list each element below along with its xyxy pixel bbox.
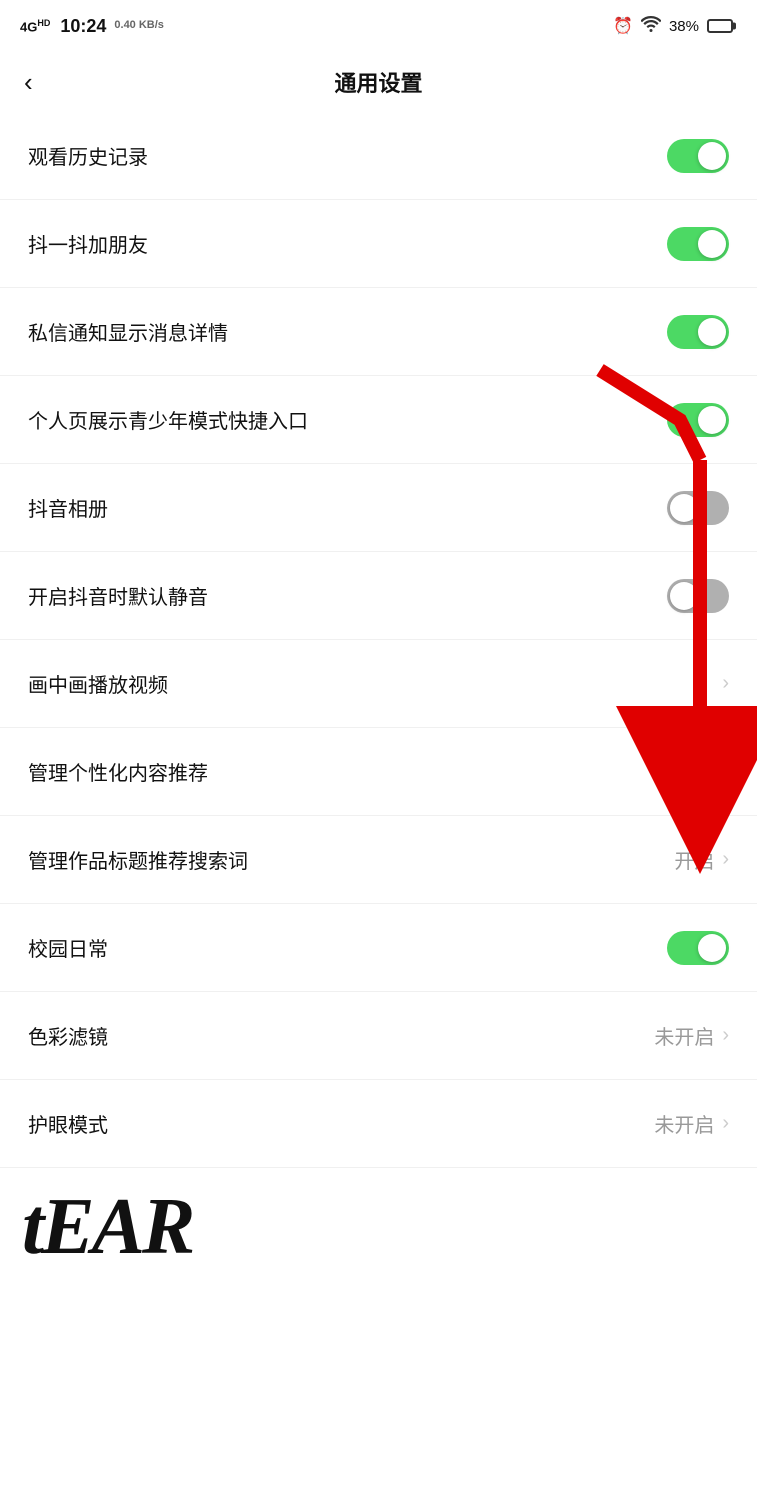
settings-label-youth-mode-shortcut: 个人页展示青少年模式快捷入口 — [28, 405, 308, 434]
settings-right-manage-personalized: › — [722, 760, 729, 783]
settings-right-title-search-recommend: 开启 › — [674, 845, 729, 874]
chevron-icon-color-filter: › — [722, 1024, 729, 1047]
settings-value-eye-protection: 未开启 — [654, 1109, 714, 1138]
settings-item-youth-mode-shortcut[interactable]: 个人页展示青少年模式快捷入口 — [0, 376, 757, 464]
toggle-campus-daily[interactable] — [667, 931, 729, 965]
settings-label-title-search-recommend: 管理作品标题推荐搜索词 — [28, 845, 248, 874]
settings-label-watch-history: 观看历史记录 — [28, 141, 148, 170]
settings-right-watch-history — [667, 139, 729, 173]
chevron-icon-eye-protection: › — [722, 1112, 729, 1135]
wifi-icon — [641, 16, 661, 37]
toggle-thumb-watch-history — [698, 142, 726, 170]
battery-percent: 38% — [669, 18, 699, 35]
settings-item-picture-in-picture[interactable]: 画中画播放视频 › — [0, 640, 757, 728]
chevron-icon-title-search-recommend: › — [722, 848, 729, 871]
settings-item-watch-history[interactable]: 观看历史记录 — [0, 112, 757, 200]
settings-value-color-filter: 未开启 — [654, 1021, 714, 1050]
settings-right-dm-notification-detail — [667, 315, 729, 349]
toggle-thumb-dm-notification-detail — [698, 318, 726, 346]
settings-right-douyin-album — [667, 491, 729, 525]
settings-right-shake-add-friend — [667, 227, 729, 261]
time-display: 10:24 — [60, 16, 106, 37]
settings-right-default-mute — [667, 579, 729, 613]
toggle-default-mute[interactable] — [667, 579, 729, 613]
settings-item-eye-protection[interactable]: 护眼模式 未开启 › — [0, 1080, 757, 1168]
settings-label-manage-personalized: 管理个性化内容推荐 — [28, 757, 208, 786]
settings-item-dm-notification-detail[interactable]: 私信通知显示消息详情 — [0, 288, 757, 376]
settings-right-campus-daily — [667, 931, 729, 965]
settings-value-title-search-recommend: 开启 — [674, 845, 714, 874]
network-indicator: 4GHD — [20, 18, 50, 34]
speed-display: 0.40 KB/s — [114, 19, 164, 32]
tear-label: tEAR — [22, 1182, 192, 1273]
toggle-thumb-youth-mode-shortcut — [698, 406, 726, 434]
toggle-shake-add-friend[interactable] — [667, 227, 729, 261]
toggle-thumb-default-mute — [670, 582, 698, 610]
alarm-icon: ⏰ — [613, 16, 633, 36]
toggle-watch-history[interactable] — [667, 139, 729, 173]
settings-label-color-filter: 色彩滤镜 — [28, 1021, 108, 1050]
toggle-thumb-douyin-album — [670, 494, 698, 522]
settings-list: 观看历史记录抖一抖加朋友私信通知显示消息详情个人页展示青少年模式快捷入口抖音相册… — [0, 112, 757, 1168]
settings-item-color-filter[interactable]: 色彩滤镜 未开启 › — [0, 992, 757, 1080]
settings-item-douyin-album[interactable]: 抖音相册 — [0, 464, 757, 552]
settings-item-manage-personalized[interactable]: 管理个性化内容推荐 › — [0, 728, 757, 816]
status-right: ⏰ 38% — [613, 16, 733, 37]
toggle-youth-mode-shortcut[interactable] — [667, 403, 729, 437]
toggle-thumb-shake-add-friend — [698, 230, 726, 258]
settings-right-color-filter: 未开启 › — [654, 1021, 729, 1050]
settings-label-eye-protection: 护眼模式 — [28, 1109, 108, 1138]
settings-label-dm-notification-detail: 私信通知显示消息详情 — [28, 317, 228, 346]
battery-icon — [707, 19, 733, 33]
settings-item-shake-add-friend[interactable]: 抖一抖加朋友 — [0, 200, 757, 288]
status-left: 4GHD 10:24 0.40 KB/s — [20, 16, 164, 37]
toggle-dm-notification-detail[interactable] — [667, 315, 729, 349]
settings-item-campus-daily[interactable]: 校园日常 — [0, 904, 757, 992]
settings-label-douyin-album: 抖音相册 — [28, 493, 108, 522]
settings-right-picture-in-picture: › — [722, 672, 729, 695]
toggle-thumb-campus-daily — [698, 934, 726, 962]
settings-label-default-mute: 开启抖音时默认静音 — [28, 581, 208, 610]
page-title: 通用设置 — [334, 66, 422, 98]
chevron-icon-picture-in-picture: › — [722, 672, 729, 695]
settings-item-title-search-recommend[interactable]: 管理作品标题推荐搜索词 开启 › — [0, 816, 757, 904]
header: ‹ 通用设置 — [0, 52, 757, 112]
settings-right-eye-protection: 未开启 › — [654, 1109, 729, 1138]
settings-label-picture-in-picture: 画中画播放视频 — [28, 669, 168, 698]
chevron-icon-manage-personalized: › — [722, 760, 729, 783]
settings-label-shake-add-friend: 抖一抖加朋友 — [28, 229, 148, 258]
back-button[interactable]: ‹ — [24, 65, 41, 99]
settings-label-campus-daily: 校园日常 — [28, 933, 108, 962]
settings-right-youth-mode-shortcut — [667, 403, 729, 437]
toggle-douyin-album[interactable] — [667, 491, 729, 525]
settings-item-default-mute[interactable]: 开启抖音时默认静音 — [0, 552, 757, 640]
status-bar: 4GHD 10:24 0.40 KB/s ⏰ 38% — [0, 0, 757, 52]
